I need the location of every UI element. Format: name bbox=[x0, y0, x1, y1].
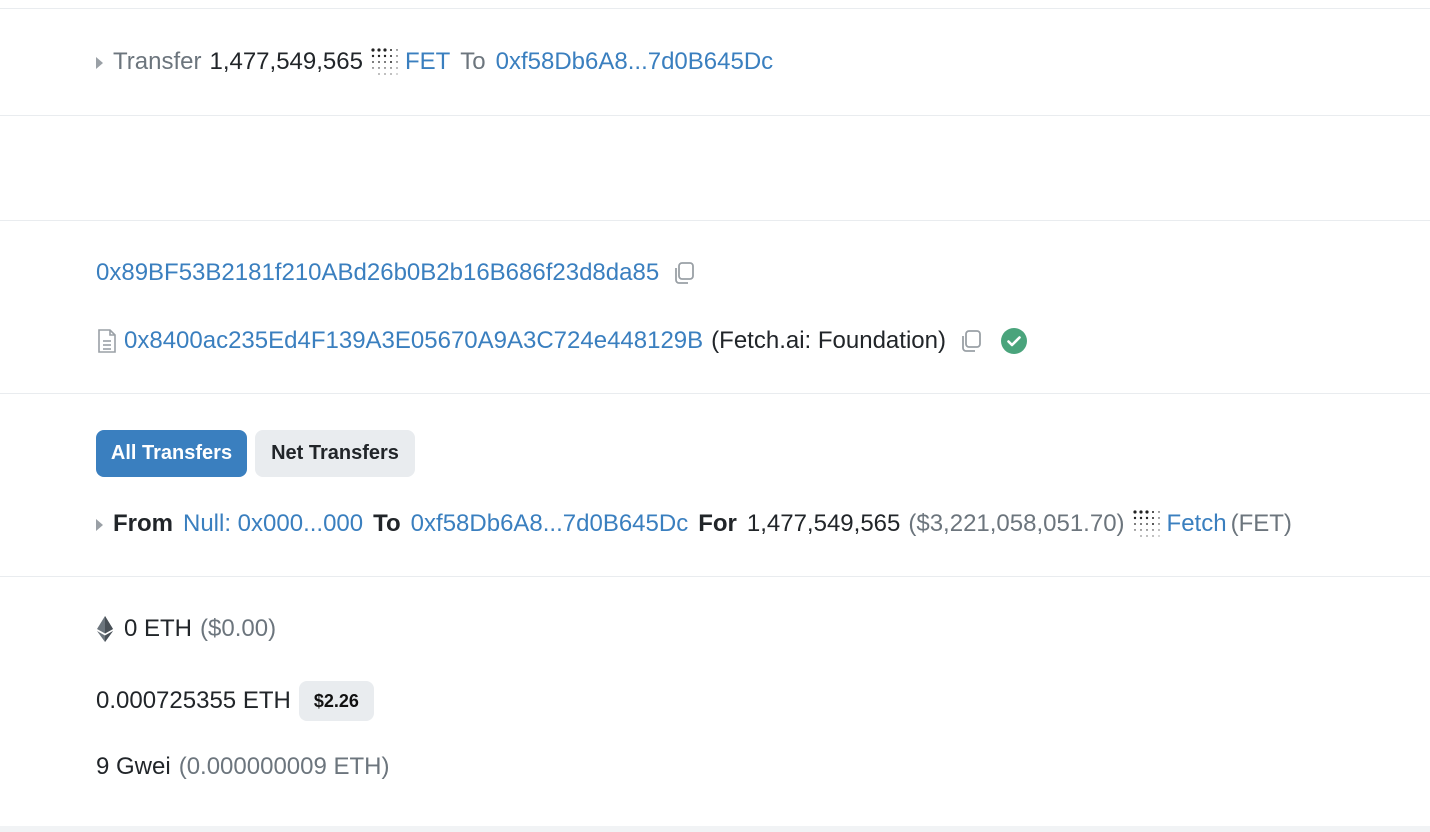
contract-address-link[interactable]: 0x8400ac235Ed4F139A3E05670A9A3C724e44812… bbox=[124, 327, 703, 355]
value-amount: 0 ETH bbox=[124, 615, 193, 642]
to-label: To bbox=[373, 510, 401, 537]
fet-token-icon bbox=[369, 47, 399, 77]
to-label: To bbox=[460, 48, 486, 75]
fee-amount: 0.000725355 ETH bbox=[96, 687, 291, 714]
transfer-usd-value: ($3,221,058,051.70) bbox=[908, 510, 1125, 537]
divider bbox=[0, 8, 1430, 9]
contract-name: (Fetch.ai: Foundation) bbox=[711, 327, 946, 354]
copy-icon[interactable] bbox=[958, 328, 984, 354]
transfer-amount: 1,477,549,565 bbox=[746, 510, 901, 537]
token-name-link[interactable]: Fetch bbox=[1167, 510, 1227, 538]
copy-icon[interactable] bbox=[671, 260, 697, 286]
expand-caret-icon[interactable] bbox=[96, 519, 103, 531]
from-address-link[interactable]: 0x89BF53B2181f210ABd26b0B2b16B686f23d8da… bbox=[96, 259, 659, 287]
contract-row: 0x8400ac235Ed4F139A3E05670A9A3C724e44812… bbox=[96, 327, 1028, 355]
for-label: For bbox=[698, 510, 737, 537]
fee-row: 0.000725355 ETH $2.26 bbox=[96, 681, 374, 721]
tab-all-transfers[interactable]: All Transfers bbox=[96, 430, 247, 477]
divider bbox=[0, 576, 1430, 577]
expand-caret-icon[interactable] bbox=[96, 57, 103, 69]
gas-price-eth: (0.000000009 ETH) bbox=[178, 753, 390, 780]
verified-check-icon bbox=[1000, 327, 1028, 355]
fee-usd-badge: $2.26 bbox=[298, 681, 374, 721]
to-address-link[interactable]: 0xf58Db6A8...7d0B645Dc bbox=[411, 510, 689, 538]
to-address-link[interactable]: 0xf58Db6A8...7d0B645Dc bbox=[496, 48, 774, 76]
divider bbox=[0, 826, 1430, 832]
token-symbol: (FET) bbox=[1230, 510, 1292, 537]
divider bbox=[0, 393, 1430, 394]
gas-price-amount: 9 Gwei bbox=[96, 753, 171, 780]
value-row: 0 ETH ($0.00) bbox=[96, 615, 276, 643]
transfer-label: Transfer bbox=[113, 48, 202, 75]
divider bbox=[0, 220, 1430, 221]
token-transfer-row: From Null: 0x000...000 To 0xf58Db6A8...7… bbox=[96, 509, 1292, 539]
gas-price-row: 9 Gwei (0.000000009 ETH) bbox=[96, 753, 390, 781]
transfer-summary-row: Transfer 1,477,549,565 FET To 0xf58Db6A8… bbox=[96, 47, 773, 77]
tab-net-transfers[interactable]: Net Transfers bbox=[255, 430, 415, 477]
from-address-row: 0x89BF53B2181f210ABd26b0B2b16B686f23d8da… bbox=[96, 259, 697, 287]
transfer-amount: 1,477,549,565 bbox=[209, 48, 363, 75]
from-label: From bbox=[113, 510, 173, 537]
fet-token-icon bbox=[1131, 509, 1161, 539]
from-address-link[interactable]: Null: 0x000...000 bbox=[183, 510, 363, 538]
divider bbox=[0, 115, 1430, 116]
contract-document-icon bbox=[96, 328, 118, 354]
ethereum-icon bbox=[96, 615, 114, 643]
value-usd: ($0.00) bbox=[200, 615, 277, 642]
token-symbol-link[interactable]: FET bbox=[405, 48, 450, 76]
